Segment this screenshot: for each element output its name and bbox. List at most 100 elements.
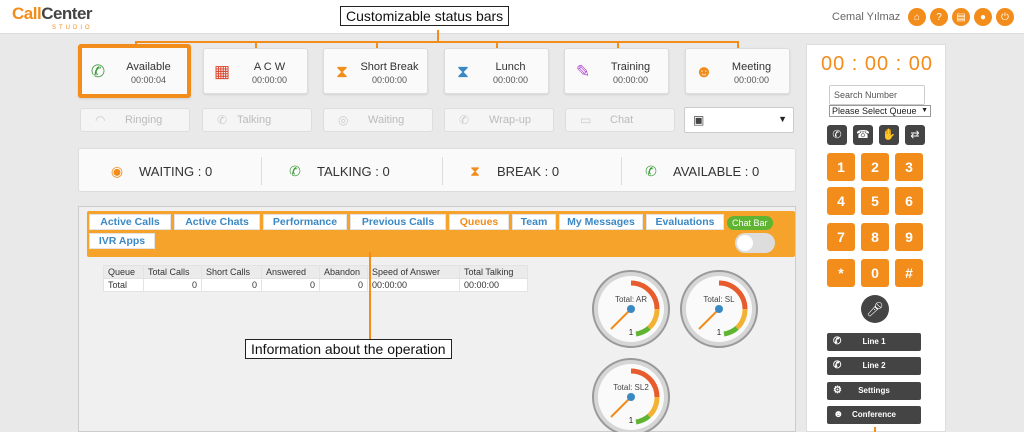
gauge-value: 1	[629, 416, 634, 425]
book-icon[interactable]: ▤	[952, 8, 970, 26]
col-abandon: Abandon	[319, 265, 368, 279]
status-label: Available	[126, 61, 171, 73]
chat-bar-toggle[interactable]	[735, 233, 775, 253]
tab-bar: Active Calls Active Chats Performance Pr…	[87, 211, 795, 257]
tab-active-chats[interactable]: Active Chats	[174, 214, 260, 230]
col-answered: Answered	[261, 265, 320, 279]
status-card-training[interactable]: ✎ Training 00:00:00	[564, 48, 669, 94]
tab-previous-calls[interactable]: Previous Calls	[350, 214, 446, 230]
dial-key-3[interactable]: 3	[895, 153, 923, 181]
transfer-button[interactable]: ⇄	[905, 125, 925, 145]
top-bar: CallCenter STUDIO Cemal Yılmaz ⌂ ? ▤ ● ⏻	[0, 0, 1024, 34]
tab-evaluations[interactable]: Evaluations	[646, 214, 724, 230]
tab-my-messages[interactable]: My Messages	[559, 214, 643, 230]
table-row: Total 0 0 0 0 00:00:00 00:00:00	[103, 278, 528, 292]
dial-key-1[interactable]: 1	[827, 153, 855, 181]
status-card-acw[interactable]: ▦ A C W 00:00:00	[203, 48, 308, 94]
user-icon[interactable]: ●	[974, 8, 992, 26]
phone-icon: ✆	[459, 113, 470, 127]
gauge-label: Total: SL2	[613, 383, 649, 392]
settings-button[interactable]: ⚙ Settings	[827, 382, 921, 400]
status-label: Training	[610, 61, 651, 73]
chevron-down-icon: ▼	[778, 114, 787, 124]
call-button[interactable]: ✆	[827, 125, 847, 145]
gauge-label: Total: SL	[703, 295, 735, 304]
counters-bar: ◉ WAITING : 0 ✆ TALKING : 0 ⧗ BREAK : 0 ✆ AV…	[78, 148, 796, 192]
line-label: Line 2	[862, 361, 886, 370]
gauge-total-sl: Total: SL 1	[679, 269, 759, 349]
dial-key-4[interactable]: 4	[827, 187, 855, 215]
cell: 0	[319, 278, 368, 292]
counter-label: WAITING : 0	[139, 164, 213, 179]
help-icon[interactable]: ?	[930, 8, 948, 26]
tab-performance[interactable]: Performance	[263, 214, 347, 230]
chat-bar-label: Chat Bar	[727, 216, 773, 230]
dial-key-9[interactable]: 9	[895, 223, 923, 251]
toggle-knob	[737, 235, 753, 251]
line-label: Settings	[858, 386, 890, 395]
status-time: 00:00:00	[492, 75, 529, 85]
hourglass-icon: ⧗	[336, 62, 348, 81]
dial-key-8[interactable]: 8	[861, 223, 889, 251]
call-state-chat: ▭ Chat	[565, 108, 675, 132]
hold-button[interactable]: ✋	[879, 125, 899, 145]
status-card-meeting[interactable]: ☻ Meeting 00:00:00	[685, 48, 790, 94]
tab-ivr-apps[interactable]: IVR Apps	[89, 233, 155, 249]
tab-queues[interactable]: Queues	[449, 214, 509, 230]
divider	[261, 157, 262, 185]
status-time: 00:00:00	[251, 75, 288, 85]
status-label: A C W	[253, 61, 286, 73]
call-state-wrapup: ✆ Wrap-up	[444, 108, 554, 132]
status-time: 00:00:00	[612, 75, 649, 85]
phone-in-icon: ✆	[289, 163, 301, 179]
status-card-short-break[interactable]: ⧗ Short Break 00:00:00	[323, 48, 428, 94]
extra-status-dropdown[interactable]: ▣ ▼	[684, 107, 794, 133]
microphone-button[interactable]: 🎤︎	[861, 295, 889, 323]
status-label: Meeting	[731, 61, 772, 73]
hangup-button[interactable]: ☎	[853, 125, 873, 145]
dial-key-hash[interactable]: #	[895, 259, 923, 287]
dial-key-6[interactable]: 6	[895, 187, 923, 215]
counter-label: BREAK : 0	[497, 164, 560, 179]
status-card-lunch[interactable]: ⧗ Lunch 00:00:00	[444, 48, 549, 94]
pause-icon: ◎	[338, 113, 349, 127]
call-state-label: Waiting	[368, 114, 405, 126]
gauge-value: 1	[717, 328, 722, 337]
phone-icon: ✆	[645, 163, 657, 179]
col-total-talking: Total Talking	[459, 265, 528, 279]
annotation-status-bars: Customizable status bars	[340, 6, 510, 26]
counter-label: AVAILABLE : 0	[673, 164, 760, 179]
line-2-button[interactable]: ✆ Line 2	[827, 357, 921, 375]
status-label: Lunch	[495, 61, 526, 73]
queue-select[interactable]: Please Select Queue ▼	[829, 105, 931, 117]
dial-key-7[interactable]: 7	[827, 223, 855, 251]
dial-key-star[interactable]: *	[827, 259, 855, 287]
conference-button[interactable]: ☻ Conference	[827, 406, 921, 424]
cell: 0	[143, 278, 202, 292]
status-card-available[interactable]: ✆ Available 00:00:04	[78, 44, 191, 98]
dial-key-2[interactable]: 2	[861, 153, 889, 181]
logo-text-call: Call	[12, 4, 42, 23]
queue-select-value: Please Select Queue	[832, 106, 917, 116]
line-1-button[interactable]: ✆ Line 1	[827, 333, 921, 351]
queue-table: Queue Total Calls Short Calls Answered A…	[103, 265, 528, 292]
tab-active-calls[interactable]: Active Calls	[89, 214, 171, 230]
annotation-line	[874, 427, 876, 432]
counter-break: ⧗ BREAK : 0	[467, 163, 559, 180]
tab-team[interactable]: Team	[512, 214, 556, 230]
power-icon[interactable]: ⏻	[996, 8, 1014, 26]
status-time: 00:00:04	[130, 75, 167, 85]
counter-label: TALKING : 0	[317, 164, 390, 179]
home-icon[interactable]: ⌂	[908, 8, 926, 26]
wifi-icon: ◠	[95, 113, 106, 127]
dial-key-0[interactable]: 0	[861, 259, 889, 287]
archive-icon: ▣	[693, 113, 705, 127]
dial-key-5[interactable]: 5	[861, 187, 889, 215]
search-number-input[interactable]: Search Number	[829, 85, 925, 105]
group-icon: ☻	[695, 62, 713, 81]
call-timer: 00 : 00 : 00	[820, 53, 934, 75]
operation-panel: Active Calls Active Chats Performance Pr…	[78, 206, 796, 432]
counter-available: ✆ AVAILABLE : 0	[643, 163, 759, 180]
annotation-line	[369, 252, 371, 340]
gauge-value: 1	[629, 328, 634, 337]
